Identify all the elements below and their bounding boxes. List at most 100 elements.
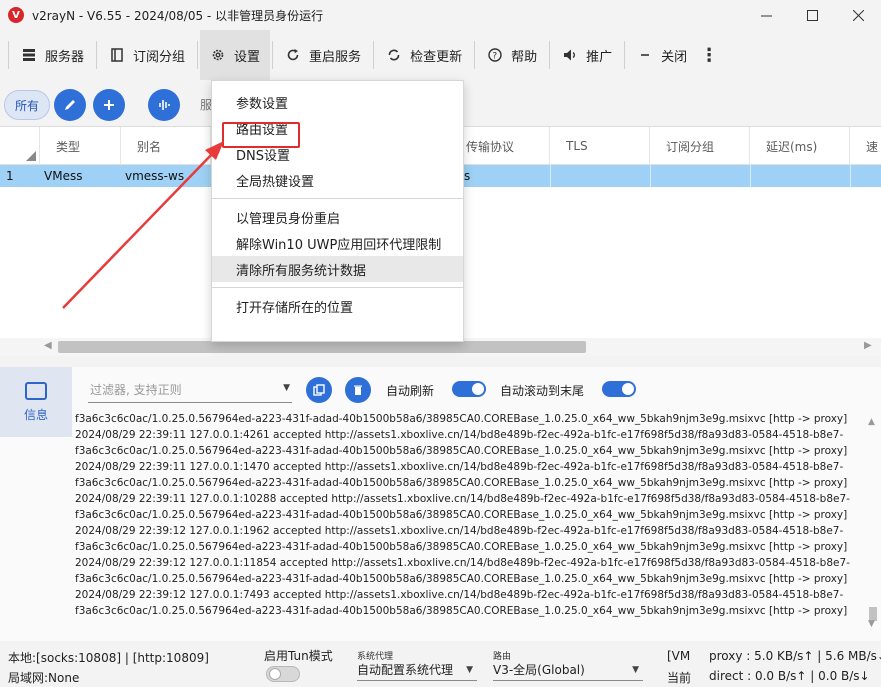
close-window-icon[interactable]	[835, 0, 881, 30]
menu-item-clear-stats[interactable]: 清除所有服务统计数据	[212, 256, 463, 282]
more-options-icon[interactable]: ⋮	[697, 30, 721, 80]
scroll-right-icon[interactable]: ▶	[864, 340, 872, 351]
menu-item-restart-as-admin[interactable]: 以管理员身份重启	[212, 204, 463, 230]
auto-refresh-toggle[interactable]	[452, 381, 486, 397]
promote-button[interactable]: 推广	[552, 30, 622, 80]
menu-item-uwp-loopback[interactable]: 解除Win10 UWP应用回环代理限制	[212, 230, 463, 256]
filter-all-pill[interactable]: 所有	[4, 90, 50, 120]
horizontal-scroll-thumb[interactable]	[58, 341, 586, 353]
close-button[interactable]: 关闭	[627, 30, 697, 80]
help-icon: ?	[487, 47, 503, 63]
sync-icon	[386, 47, 402, 63]
app-logo-letter: V	[12, 9, 20, 21]
proxy-speed-text: proxy : 5.0 KB/s↑ | 5.6 MB/s↓	[709, 649, 881, 663]
check-update-label: 检查更新	[410, 49, 463, 65]
log-line: f3a6c3c6c0ac/1.0.25.0.567964ed-a223-431f…	[75, 445, 848, 457]
direct-speed-text: direct : 0.0 B/s↑ | 0.0 B/s↓	[709, 669, 870, 683]
log-line: 2024/08/29 22:39:12 127.0.0.1:1962 accep…	[75, 525, 844, 537]
sub-group-button[interactable]: 订阅分组	[99, 30, 195, 80]
message-icon	[25, 381, 47, 400]
row-divider	[550, 165, 551, 187]
log-line: 2024/08/29 22:39:12 127.0.0.1:7493 accep…	[75, 589, 844, 601]
copy-icon	[313, 384, 325, 396]
toolbar-separator	[197, 41, 199, 69]
toolbar-separator	[549, 41, 551, 69]
restart-service-button[interactable]: 重启服务	[275, 30, 371, 80]
column-header-sub-group[interactable]: 订阅分组	[650, 127, 750, 165]
auto-scroll-label: 自动滚动到末尾	[500, 384, 585, 398]
main-toolbar: 服务器 订阅分组 设置 重启服务 检查更新 ? 帮助 推广 关闭 ⋮	[0, 30, 881, 80]
column-header-type[interactable]: 类型	[40, 127, 121, 165]
clear-log-button[interactable]	[345, 377, 371, 403]
speed-test-button[interactable]	[148, 89, 180, 121]
log-panel: 信息 过滤器, 支持正则 ▼ 自动刷新 自动滚动到末尾 f3a6c3c6c0ac…	[0, 367, 881, 641]
maximize-icon[interactable]	[789, 0, 835, 30]
refresh-icon	[285, 47, 301, 63]
scroll-down-icon[interactable]: ▼	[868, 619, 875, 629]
column-header-transport[interactable]: 传输协议	[450, 127, 550, 165]
routing-value: V3-全局(Global)	[493, 663, 585, 677]
help-button[interactable]: ? 帮助	[477, 30, 547, 80]
check-update-button[interactable]: 检查更新	[376, 30, 472, 80]
copy-log-button[interactable]	[306, 377, 332, 403]
row-transport: s	[464, 169, 471, 183]
menu-item-open-storage-location[interactable]: 打开存储所在的位置	[212, 293, 463, 319]
svg-text:?: ?	[492, 52, 497, 62]
tun-mode-toggle[interactable]	[266, 666, 300, 682]
gear-icon	[210, 47, 226, 63]
routing-select[interactable]: V3-全局(Global) ▼	[493, 659, 643, 681]
minus-icon	[637, 47, 653, 63]
log-filter-placeholder: 过滤器, 支持正则	[90, 383, 182, 397]
minimize-icon[interactable]	[743, 0, 789, 30]
window-controls	[743, 0, 881, 30]
sort-corner-icon	[26, 151, 36, 161]
vertical-scrollbar[interactable]: ▲ ▼	[865, 411, 881, 631]
servers-button[interactable]: 服务器	[11, 30, 94, 80]
log-line: f3a6c3c6c0ac/1.0.25.0.567964ed-a223-431f…	[75, 541, 848, 553]
row-divider	[750, 165, 751, 187]
column-header-speed[interactable]: 速	[850, 127, 881, 165]
grid-corner	[0, 127, 40, 165]
settings-button[interactable]: 设置	[200, 30, 271, 80]
window-title: v2rayN - V6.55 - 2024/08/05 - 以非管理员身份运行	[32, 8, 324, 23]
server-list-icon	[21, 47, 37, 63]
status-bar: 本地:[socks:10808] | [http:10809] 局域网:None…	[0, 641, 881, 687]
log-toolbar: 过滤器, 支持正则 ▼ 自动刷新 自动滚动到末尾	[80, 375, 860, 405]
log-line: f3a6c3c6c0ac/1.0.25.0.567964ed-a223-431f…	[75, 509, 848, 521]
log-line: 2024/08/29 22:39:12 127.0.0.1:11854 acce…	[75, 557, 850, 569]
pencil-icon	[65, 100, 75, 110]
settings-dropdown-menu: 参数设置 路由设置 DNS设置 全局热键设置 以管理员身份重启 解除Win10 …	[211, 80, 464, 342]
toolbar-separator	[8, 41, 9, 69]
scroll-left-icon[interactable]: ◀	[44, 340, 52, 351]
add-server-button[interactable]	[93, 89, 125, 121]
toolbar-separator	[96, 41, 98, 69]
log-line: 2024/08/29 22:39:11 127.0.0.1:4261 accep…	[75, 429, 844, 441]
toggle-knob	[269, 668, 281, 680]
log-output[interactable]: f3a6c3c6c0ac/1.0.25.0.567964ed-a223-431f…	[75, 411, 865, 625]
routing-settings-highlight	[222, 122, 300, 148]
plus-icon	[104, 100, 114, 110]
auto-scroll-toggle[interactable]	[602, 381, 636, 397]
system-proxy-select[interactable]: 自动配置系统代理 ▼	[357, 659, 477, 681]
column-header-tls[interactable]: TLS	[550, 127, 650, 165]
edit-server-button[interactable]	[54, 89, 86, 121]
log-line: f3a6c3c6c0ac/1.0.25.0.567964ed-a223-431f…	[75, 605, 848, 617]
scroll-up-icon[interactable]: ▲	[868, 417, 875, 427]
menu-item-parameter-settings[interactable]: 参数设置	[212, 89, 463, 115]
info-tab[interactable]: 信息	[0, 367, 72, 437]
auto-refresh-label: 自动刷新	[386, 384, 435, 398]
row-type: VMess	[44, 169, 83, 183]
restart-service-label: 重启服务	[309, 49, 362, 65]
toggle-knob	[622, 383, 634, 395]
log-filter-input[interactable]: 过滤器, 支持正则 ▼	[88, 377, 292, 403]
chevron-down-icon[interactable]: ▼	[283, 383, 290, 393]
menu-separator	[212, 287, 463, 288]
column-header-latency[interactable]: 延迟(ms)	[750, 127, 850, 165]
menu-separator	[212, 198, 463, 199]
menu-item-hotkey-settings[interactable]: 全局热键设置	[212, 167, 463, 193]
lan-text: 局域网:None	[8, 671, 80, 685]
help-label: 帮助	[511, 49, 538, 65]
column-header-alias[interactable]: 别名	[121, 127, 211, 165]
local-ports-text: 本地:[socks:10808] | [http:10809]	[8, 651, 209, 665]
sub-group-label: 订阅分组	[133, 49, 186, 65]
